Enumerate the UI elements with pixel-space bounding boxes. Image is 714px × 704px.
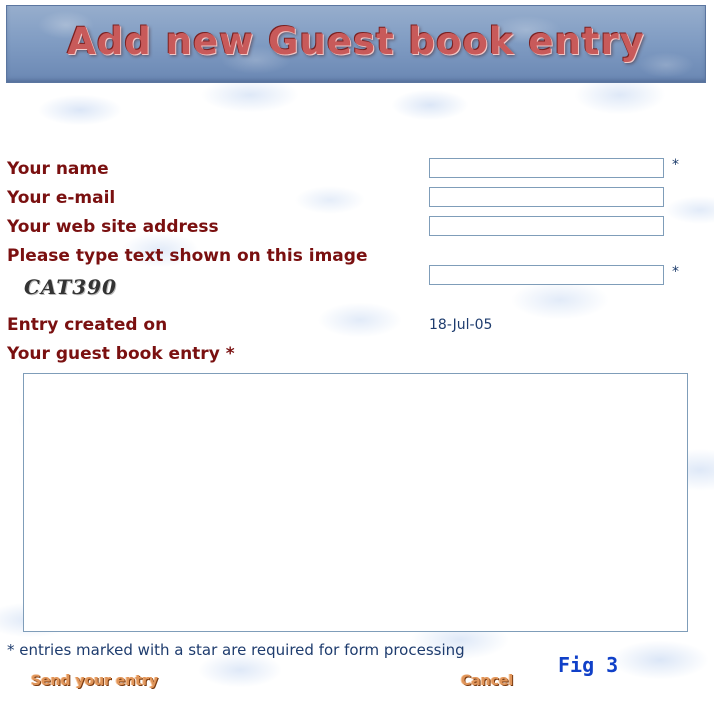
name-label: Your name	[7, 159, 109, 179]
page-title: Add new Guest book entry	[67, 20, 645, 63]
website-field[interactable]	[429, 216, 664, 236]
figure-label: Fig 3	[558, 653, 619, 677]
captcha-label: Please type text shown on this image	[7, 246, 368, 266]
email-label: Your e-mail	[7, 188, 116, 208]
header-banner: Add new Guest book entry	[6, 5, 706, 83]
captcha-required-star: *	[672, 264, 679, 280]
email-field[interactable]	[429, 187, 664, 207]
entry-textarea[interactable]	[23, 373, 688, 632]
created-label: Entry created on	[7, 315, 168, 335]
created-date: 18-Jul-05	[429, 317, 493, 333]
name-required-star: *	[672, 157, 679, 173]
cancel-button[interactable]: Cancel	[461, 673, 513, 689]
name-field[interactable]	[429, 158, 664, 178]
required-note: * entries marked with a star are require…	[7, 641, 465, 659]
captcha-field[interactable]	[429, 265, 664, 285]
spacer-patch	[291, 112, 345, 152]
website-label: Your web site address	[7, 217, 219, 237]
entry-label: Your guest book entry *	[7, 344, 235, 364]
captcha-image: CAT390	[24, 275, 117, 299]
send-entry-button[interactable]: Send your entry	[31, 673, 158, 689]
